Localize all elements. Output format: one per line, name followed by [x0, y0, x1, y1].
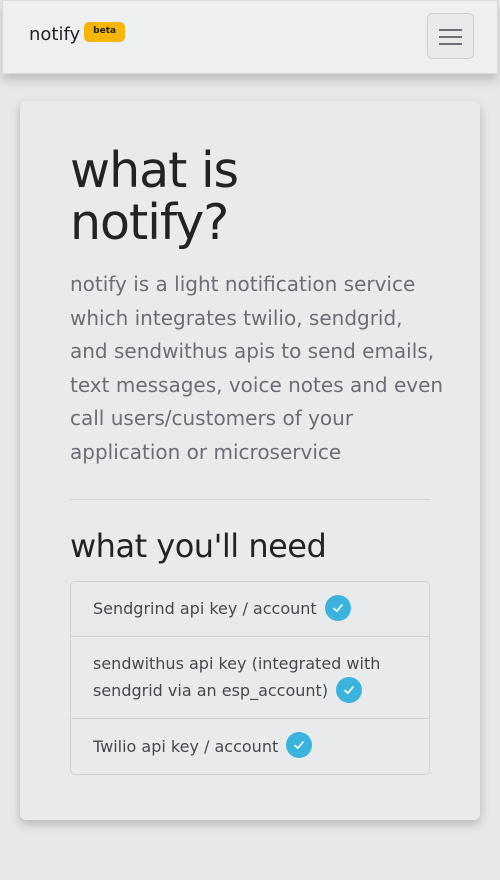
beta-badge: beta — [84, 22, 126, 42]
check-circle-icon — [324, 594, 351, 621]
navbar: notify beta — [2, 0, 498, 74]
list-item: sendwithus api key (integrated with send… — [71, 637, 429, 719]
menu-toggle-button[interactable] — [427, 13, 474, 59]
check-circle-icon — [286, 732, 313, 759]
description: notify is a light notification service w… — [70, 272, 444, 464]
requirements-list: Sendgrind api key / account sendwithus a… — [70, 581, 430, 775]
requirement-label: Twilio api key / account — [93, 736, 279, 756]
requirement-label: Sendgrind api key / account — [93, 599, 317, 619]
requirements-title: what you'll need — [70, 527, 327, 565]
brand-name[interactable]: notify — [29, 22, 80, 48]
divider — [70, 499, 430, 500]
check-circle-icon — [336, 676, 363, 703]
list-item: Sendgrind api key / account — [71, 582, 429, 637]
page-title: what is notify? — [70, 142, 239, 251]
intro-card: what is notify? notify is a light notifi… — [20, 101, 480, 820]
brand[interactable]: notify beta — [29, 22, 126, 48]
list-item: Twilio api key / account — [71, 719, 429, 774]
